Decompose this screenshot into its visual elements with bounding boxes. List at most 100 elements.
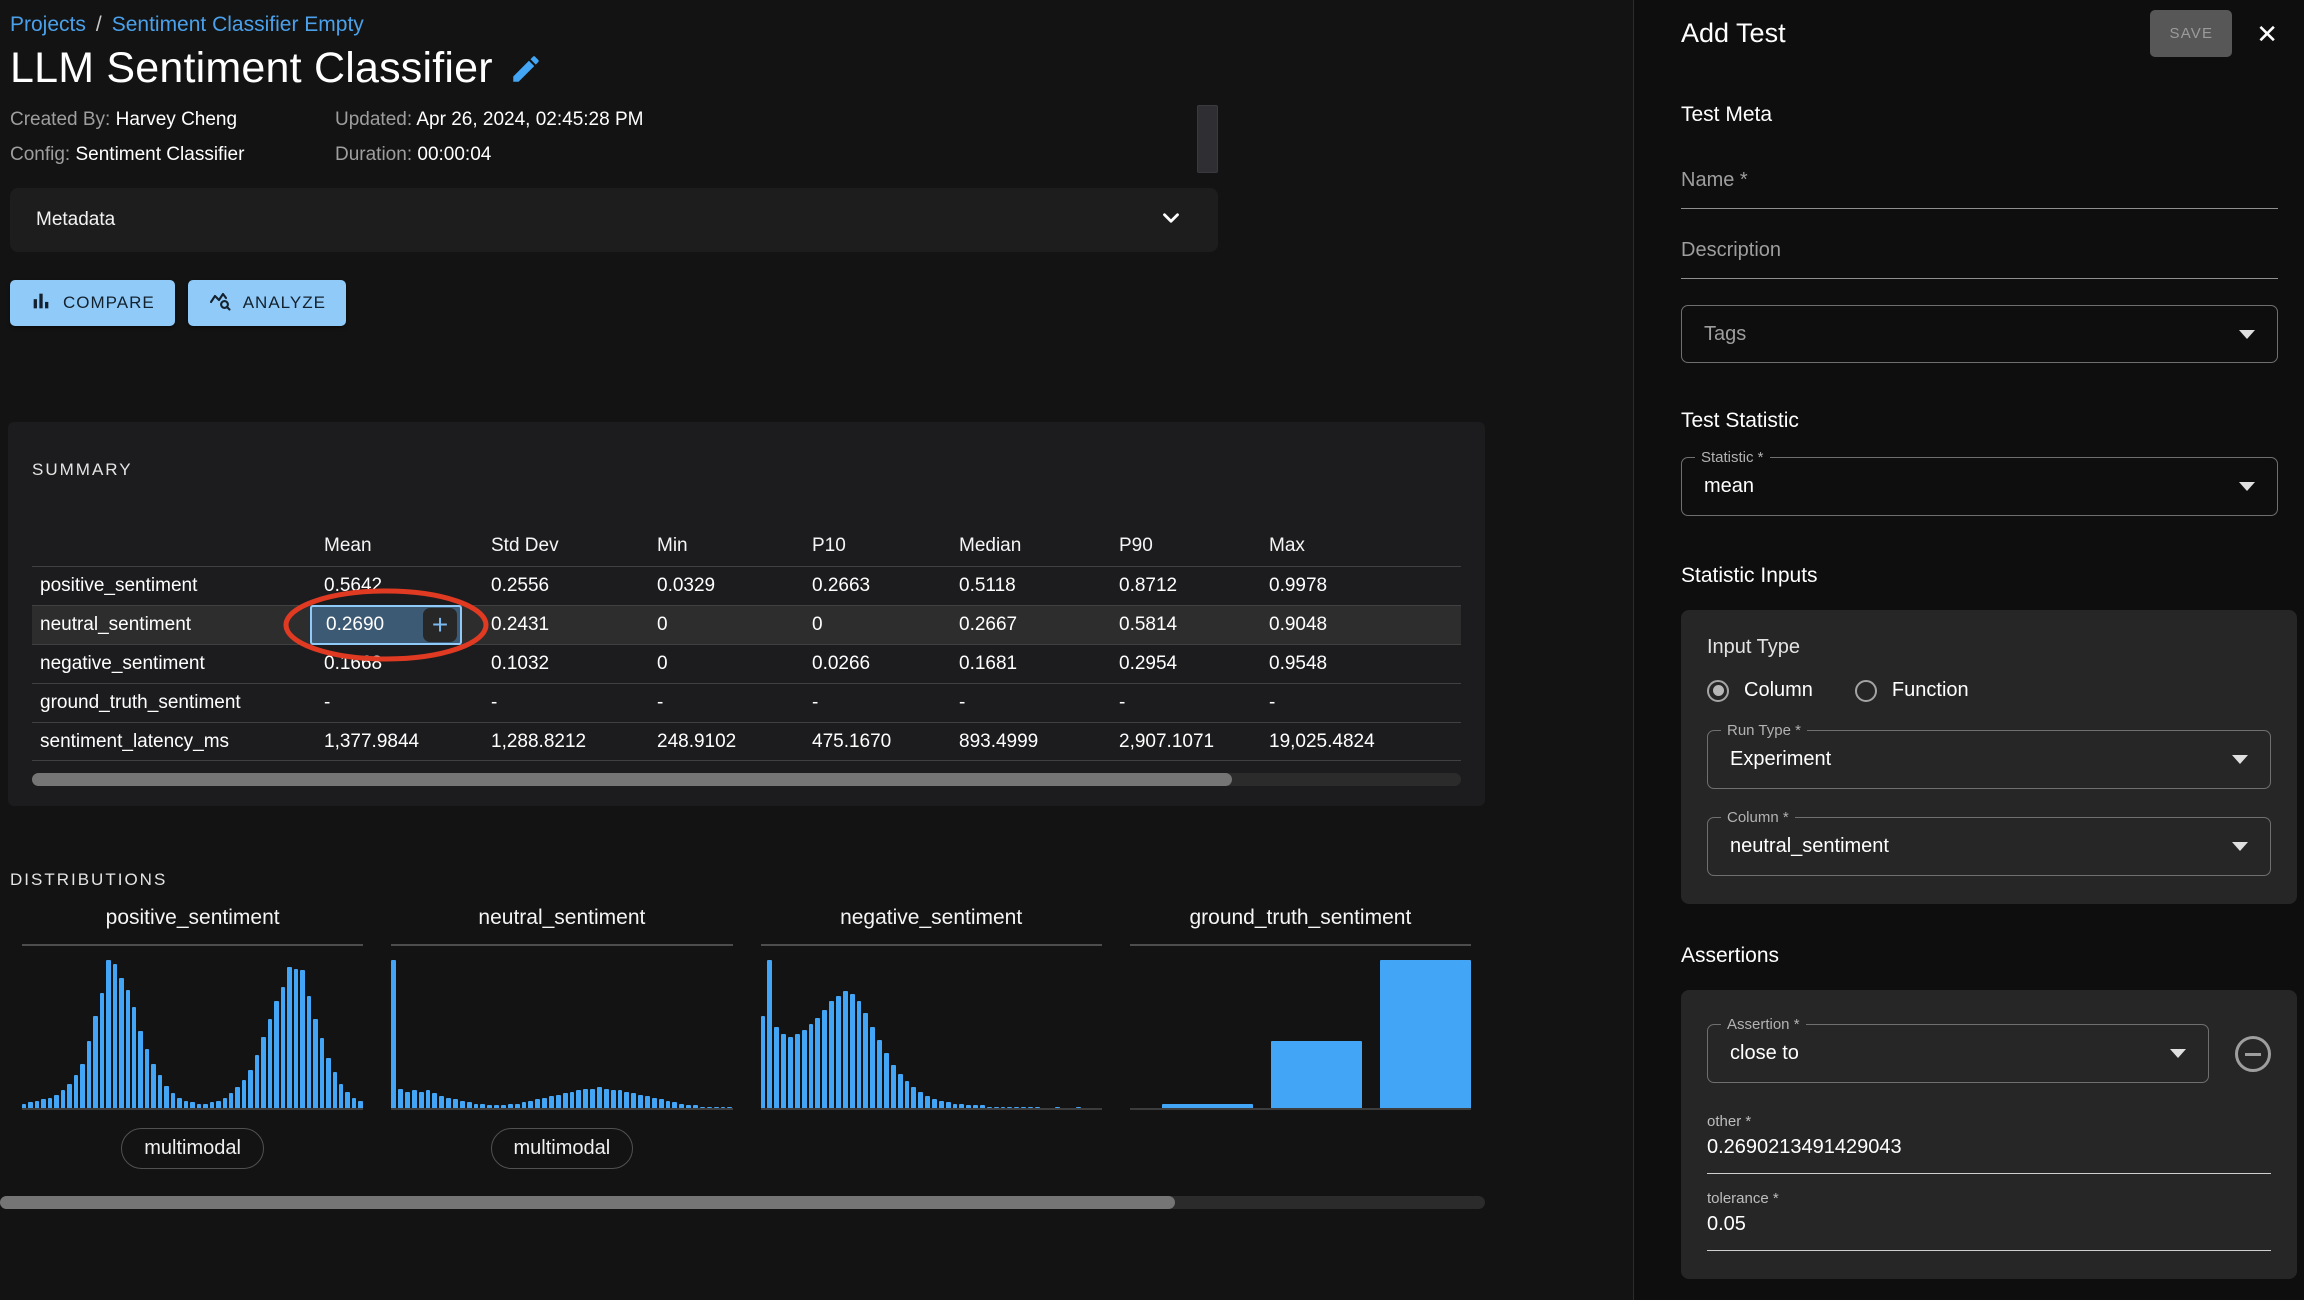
assertion-select[interactable]: Assertion * close to: [1707, 1024, 2209, 1083]
column-select-label: Column *: [1721, 809, 1795, 827]
meta-vertical-scrollbar[interactable]: [1197, 105, 1218, 173]
histogram-bar: [809, 1024, 814, 1108]
histogram-bar: [1014, 1107, 1019, 1108]
radio-unselected-icon[interactable]: [1855, 680, 1877, 702]
histogram-bar: [287, 967, 291, 1108]
table-horizontal-scrollbar-track[interactable]: [32, 773, 1461, 786]
cell: 0.2954: [1119, 653, 1269, 675]
histogram-bar: [113, 964, 117, 1108]
radio-selected-icon[interactable]: [1707, 680, 1729, 702]
histogram-bar: [693, 1105, 698, 1108]
test-statistic-heading: Test Statistic: [1681, 409, 2278, 433]
remove-assertion-icon[interactable]: [2235, 1036, 2271, 1072]
histogram-bar: [987, 1107, 992, 1108]
close-icon[interactable]: ✕: [2256, 21, 2278, 47]
histogram-negative-sentiment: [761, 960, 1102, 1110]
histogram-bar: [535, 1099, 540, 1108]
table-row: negative_sentiment0.16680.103200.02660.1…: [32, 644, 1461, 683]
multimodal-badge: multimodal: [121, 1128, 264, 1169]
chart-negative-sentiment: negative_sentiment: [747, 906, 1116, 1186]
histogram-bar: [487, 1105, 492, 1108]
breadcrumb-link-run[interactable]: Sentiment Classifier Empty: [112, 12, 364, 38]
histogram-bar: [946, 1102, 951, 1108]
page-horizontal-scrollbar-track[interactable]: [0, 1196, 1485, 1209]
compare-button[interactable]: COMPARE: [10, 280, 175, 326]
histogram-bar: [870, 1027, 875, 1108]
main-content: Projects / Sentiment Classifier Empty LL…: [0, 0, 1633, 1300]
panel-title: Add Test: [1681, 18, 2150, 49]
description-field[interactable]: Description: [1681, 239, 2278, 279]
table-row: sentiment_latency_ms1,377.98441,288.8212…: [32, 722, 1461, 761]
histogram-bar: [542, 1098, 547, 1108]
histogram-bar: [100, 993, 104, 1108]
cell: 475.1670: [812, 731, 959, 753]
histogram-bar: [426, 1090, 431, 1108]
statistic-select[interactable]: Statistic * mean: [1681, 457, 2278, 516]
histogram-bar: [1380, 960, 1471, 1108]
histogram-bar: [1001, 1107, 1006, 1108]
assertions-heading: Assertions: [1681, 944, 2278, 968]
edit-title-icon[interactable]: [509, 52, 543, 86]
histogram-bar: [802, 1030, 807, 1108]
save-button[interactable]: SAVE: [2150, 10, 2232, 57]
histogram-bar: [320, 1038, 324, 1108]
other-input[interactable]: 0.2690213491429043: [1707, 1136, 2271, 1174]
histogram-bar: [54, 1095, 58, 1108]
histogram-bar: [666, 1101, 671, 1108]
chevron-down-icon[interactable]: [1158, 205, 1184, 236]
histogram-bar: [432, 1093, 437, 1108]
histogram-bar: [1028, 1107, 1033, 1108]
tags-select[interactable]: Tags: [1681, 305, 2278, 363]
radio-function[interactable]: Function: [1855, 679, 1969, 702]
histogram-bar: [177, 1098, 181, 1108]
histogram-bar: [686, 1105, 691, 1108]
histogram-bar: [1035, 1107, 1040, 1108]
cell: 0.2667: [959, 614, 1119, 636]
cell: -: [959, 692, 1119, 714]
histogram-bar: [398, 1089, 403, 1108]
analyze-button[interactable]: ANALYZE: [188, 280, 346, 326]
histogram-bar: [843, 991, 848, 1108]
histogram-bar: [1021, 1107, 1026, 1108]
histogram-bar: [229, 1093, 233, 1108]
run-type-select-value: Experiment: [1730, 748, 1831, 771]
metadata-accordion[interactable]: Metadata: [10, 188, 1218, 252]
header-cell: Median: [959, 535, 1119, 557]
caret-down-icon: [2170, 1049, 2186, 1058]
summary-panel: SUMMARY MeanStd DevMinP10MedianP90Max po…: [8, 422, 1485, 806]
histogram-bar: [528, 1101, 533, 1108]
histogram-bar: [829, 1001, 834, 1108]
chart-neutral-sentiment: neutral_sentiment multimodal: [377, 906, 746, 1186]
histogram-bar: [1162, 1104, 1253, 1108]
histogram-bar: [795, 1034, 800, 1108]
histogram-bar: [106, 960, 110, 1108]
histogram-bar: [61, 1090, 65, 1108]
histogram-bar: [80, 1064, 84, 1108]
add-to-test-plus-button[interactable]: +: [423, 608, 457, 642]
column-select[interactable]: Column * neutral_sentiment: [1707, 817, 2271, 876]
radio-column[interactable]: Column: [1707, 679, 1813, 702]
cell: 19,025.4824: [1269, 731, 1461, 753]
chart-title: ground_truth_sentiment: [1130, 906, 1471, 930]
run-type-select[interactable]: Run Type * Experiment: [1707, 730, 2271, 789]
histogram-bar: [891, 1065, 896, 1108]
page-horizontal-scrollbar-thumb[interactable]: [0, 1196, 1175, 1209]
histogram-bar: [836, 996, 841, 1108]
histogram-bar: [659, 1099, 664, 1108]
cell: 248.9102: [657, 731, 812, 753]
cell: -: [324, 692, 491, 714]
assertion-card: Assertion * close to other * 0.269021349…: [1681, 990, 2297, 1279]
name-field[interactable]: Name *: [1681, 169, 2278, 209]
cell: -: [812, 692, 959, 714]
selected-value-chip[interactable]: 0.2690+: [310, 605, 462, 645]
histogram-bar: [439, 1096, 444, 1108]
header-cell: Mean: [324, 535, 491, 557]
cell: 0.0329: [657, 575, 812, 597]
histogram-bar: [925, 1096, 930, 1108]
bar-chart-icon: [30, 290, 52, 317]
tolerance-input[interactable]: 0.05: [1707, 1213, 2271, 1251]
analyze-button-label: ANALYZE: [243, 293, 326, 313]
breadcrumb: Projects / Sentiment Classifier Empty: [10, 0, 1633, 38]
breadcrumb-link-projects[interactable]: Projects: [10, 12, 86, 38]
table-horizontal-scrollbar-thumb[interactable]: [32, 773, 1232, 786]
